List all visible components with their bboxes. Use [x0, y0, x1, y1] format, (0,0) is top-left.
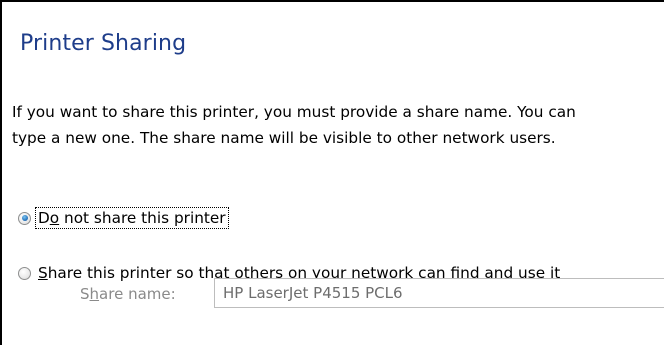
share-name-input[interactable] [214, 278, 664, 308]
radio-selected-icon[interactable] [18, 211, 31, 225]
share-name-label: Share name: [80, 285, 176, 303]
do-not-share-radio-option[interactable]: Do not share this printer [18, 207, 229, 229]
instruction-line-1: If you want to share this printer, you m… [12, 103, 576, 121]
mnemonic-h: h [89, 285, 100, 303]
section-title: Printer Sharing [20, 31, 187, 56]
dialog-content-panel: Printer Sharing If you want to share thi… [0, 0, 664, 345]
radio-unselected-icon[interactable] [18, 266, 31, 280]
mnemonic-s: S [38, 264, 48, 282]
mnemonic-o: o [49, 209, 60, 227]
instruction-text: If you want to share this printer, you m… [12, 99, 664, 151]
do-not-share-label[interactable]: Do not share this printer [35, 207, 229, 229]
instruction-line-2: type a new one. The share name will be v… [12, 129, 556, 147]
